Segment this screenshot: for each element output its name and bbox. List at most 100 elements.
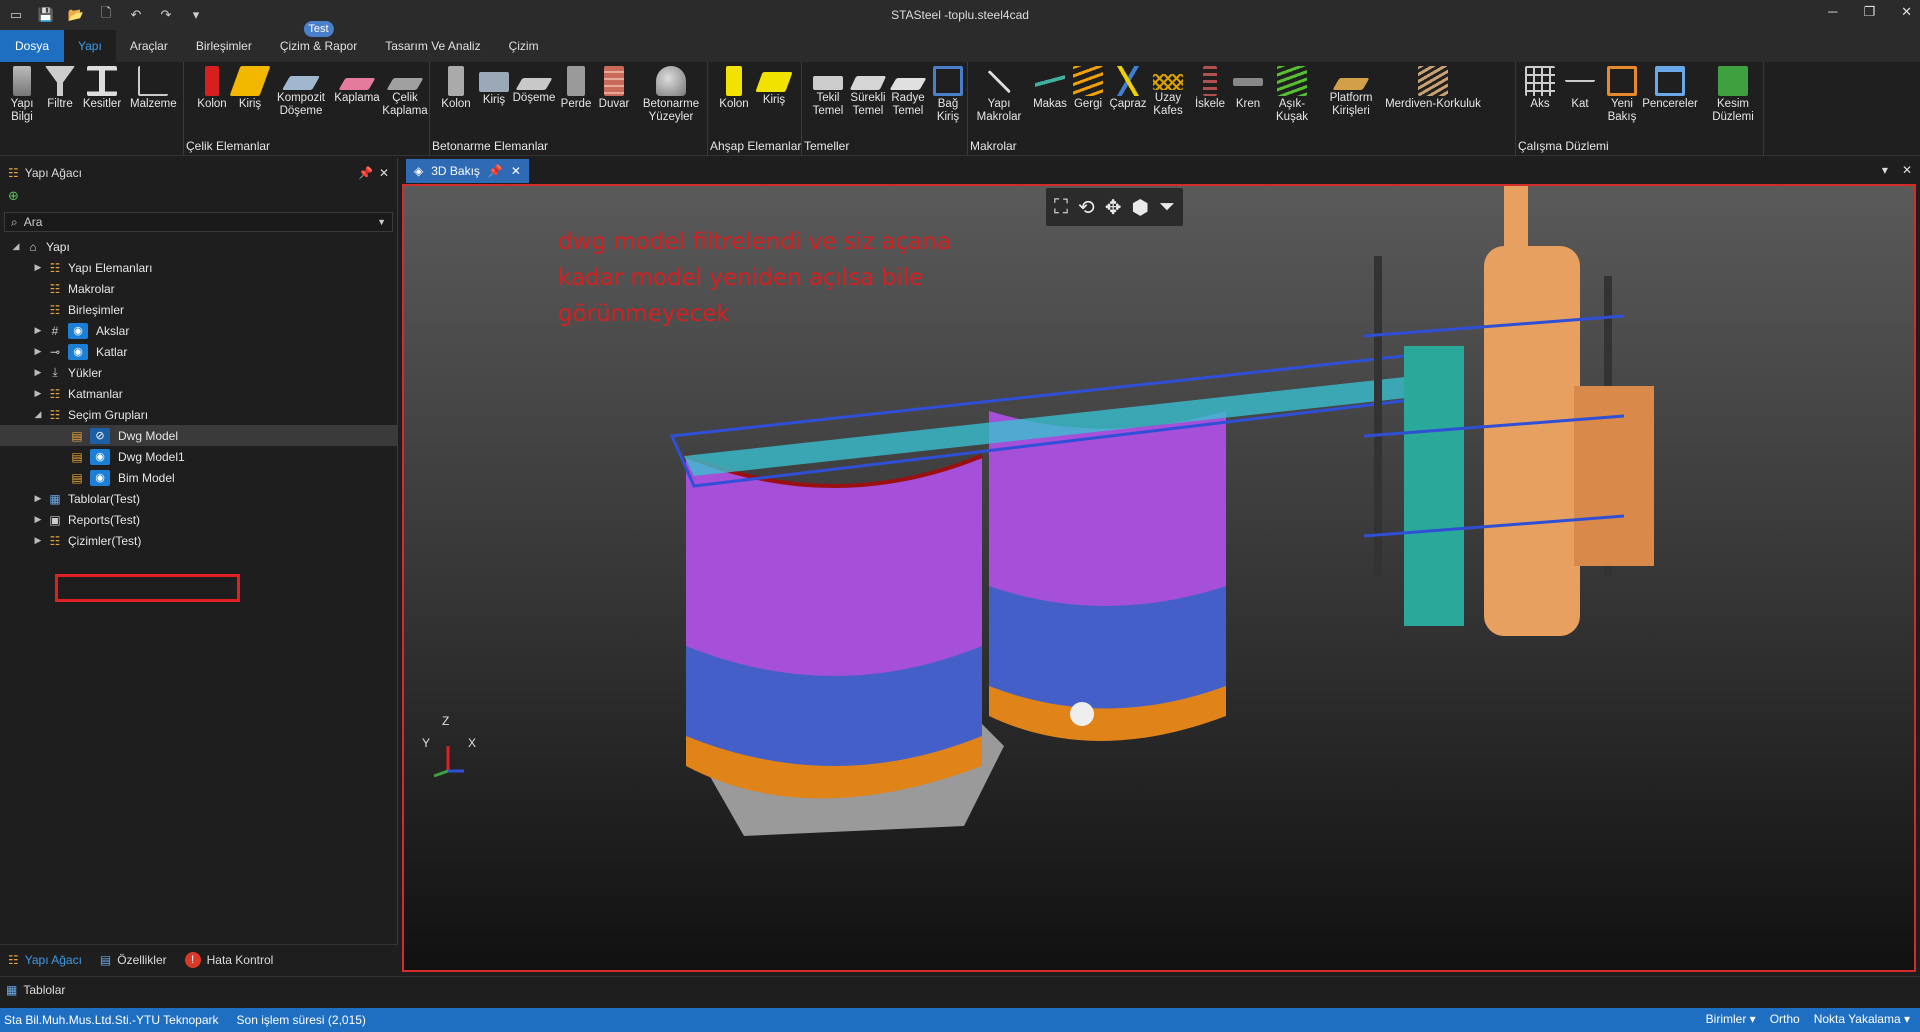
snap-dropdown[interactable]: Nokta Yakalama ▾: [1814, 1012, 1910, 1026]
tree-row-label: Yükler: [68, 365, 103, 380]
ortho-toggle[interactable]: Ortho: [1770, 1012, 1800, 1026]
filtre-button[interactable]: Filtre: [38, 66, 82, 111]
search-box[interactable]: ⌕ Ara ▼: [4, 212, 393, 232]
tree-panel-icon: ☷: [8, 166, 19, 180]
tree-row[interactable]: ▤ ⊘ Dwg Model: [0, 425, 397, 446]
merdiven-korkuluk-button[interactable]: Merdiven-Korkuluk: [1380, 66, 1486, 111]
uzay-kafes-button[interactable]: Uzay Kafes: [1146, 66, 1190, 118]
celik-kiris-button[interactable]: Kiriş: [228, 66, 272, 111]
tree-row[interactable]: ▤ ◉ Dwg Model1: [0, 446, 397, 467]
tree-row[interactable]: ◢ ⌂ Yapı: [0, 236, 397, 257]
tablolar-bar[interactable]: ▦ Tablolar: [0, 976, 1920, 1002]
platform-kirisleri-button[interactable]: Platform Kirişleri: [1322, 66, 1380, 118]
tab-ozellikler[interactable]: ▤ Özellikler: [100, 953, 167, 967]
betonarme-yuzeyler-button[interactable]: Betonarme Yüzeyler: [638, 66, 704, 124]
new-file-icon[interactable]: 🗋: [98, 5, 114, 23]
kesitler-button[interactable]: Kesitler: [80, 66, 124, 111]
tab-hata-kontrol[interactable]: ! Hata Kontrol: [184, 951, 273, 968]
expand-arrow-icon[interactable]: ▶: [32, 493, 44, 504]
eye-icon[interactable]: ◉: [90, 469, 110, 486]
expand-arrow-icon[interactable]: ◢: [32, 409, 44, 420]
kaplama-button[interactable]: Kaplama: [332, 66, 382, 105]
expand-arrow-icon[interactable]: ▶: [32, 262, 44, 273]
menu-cizim-rapor[interactable]: Çizim & Rapor Test: [266, 21, 371, 62]
tab-close-icon[interactable]: ✕: [511, 164, 521, 178]
tree-row[interactable]: ▤ ◉ Bim Model: [0, 467, 397, 488]
kat-button[interactable]: Kat: [1558, 66, 1602, 111]
tab-yapi-agaci[interactable]: ☷ Yapı Ağacı: [8, 953, 82, 967]
ahsap-kiris-button[interactable]: Kiriş: [752, 66, 796, 107]
search-dropdown-icon[interactable]: ▼: [377, 217, 386, 227]
tekil-temel-button[interactable]: Tekil Temel: [806, 66, 850, 118]
tree-row[interactable]: ▶ ☷ Katmanlar: [0, 383, 397, 404]
duvar-button[interactable]: Duvar: [592, 66, 636, 111]
tree-row[interactable]: ▶ ☷ Çizimler(Test): [0, 530, 397, 551]
isolated-footing-icon: [813, 76, 843, 90]
quick-access-toolbar: ▭ 💾 📂 🗋 ↶ ↷ ▾: [0, 5, 204, 23]
expand-arrow-icon[interactable]: ▶: [32, 346, 44, 357]
close-icon[interactable]: ✕: [1901, 4, 1912, 20]
beton-kiris-button[interactable]: Kiriş: [472, 66, 516, 107]
expand-arrow-icon[interactable]: ▶: [32, 367, 44, 378]
aks-button[interactable]: Aks: [1518, 66, 1562, 111]
tree-row[interactable]: ☷ Birleşimler: [0, 299, 397, 320]
tree-row[interactable]: ▶ ▣ Reports(Test): [0, 509, 397, 530]
pin-icon[interactable]: 📌: [358, 166, 373, 180]
menu-araclar[interactable]: Araçlar: [116, 30, 182, 62]
kesim-duzlemi-button[interactable]: Kesim Düzlemi: [1704, 66, 1762, 124]
open-folder-icon[interactable]: 📂: [68, 7, 84, 23]
celik-kaplama-button[interactable]: Çelik Kaplama: [380, 66, 430, 118]
search-input[interactable]: Ara: [24, 215, 371, 229]
tree-row[interactable]: ▶ ☷ Yapı Elemanları: [0, 257, 397, 278]
3d-viewport[interactable]: ⛶ ⟲ ✥ ⬢ ⏷ dwg model filtrelendi ve siz a…: [402, 184, 1916, 972]
axis-z-label: Z: [442, 714, 450, 728]
save-icon[interactable]: 💾: [38, 7, 54, 23]
radye-temel-button[interactable]: Radye Temel: [886, 66, 930, 118]
menu-cizim[interactable]: Çizim: [495, 30, 553, 62]
eye-icon[interactable]: ◉: [68, 322, 88, 339]
expand-arrow-icon[interactable]: ◢: [10, 241, 22, 252]
menu-birlesimler[interactable]: Birleşimler: [182, 30, 266, 62]
tree-row[interactable]: ▶ ⤓ Yükler: [0, 362, 397, 383]
tree-row[interactable]: ▶ ⊸ ◉ Katlar: [0, 341, 397, 362]
tab-3d-bakis[interactable]: ◈ 3D Bakış 📌 ✕: [406, 159, 529, 183]
units-dropdown[interactable]: Birimler ▾: [1706, 1012, 1756, 1026]
panel-close-icon[interactable]: ✕: [379, 166, 389, 180]
surekli-temel-button[interactable]: Sürekli Temel: [846, 66, 890, 118]
expand-arrow-icon[interactable]: ▶: [32, 388, 44, 399]
kompozit-doseme-button[interactable]: Kompozit Döşeme: [270, 66, 332, 118]
malzeme-button[interactable]: Malzeme: [130, 66, 177, 111]
bag-kiris-button[interactable]: Bağ Kiriş: [926, 66, 970, 124]
tree-row[interactable]: ◢ ☷ Seçim Grupları: [0, 404, 397, 425]
undo-icon[interactable]: ↶: [128, 7, 144, 23]
expand-arrow-icon[interactable]: ▶: [32, 325, 44, 336]
asik-kusak-button[interactable]: Aşık-Kuşak: [1264, 66, 1320, 124]
expand-arrow-icon[interactable]: ▶: [32, 535, 44, 546]
doc-list-icon[interactable]: ▾: [1882, 163, 1888, 177]
add-group-icon[interactable]: ⊕: [8, 188, 19, 203]
eye-icon[interactable]: ◉: [90, 448, 110, 465]
yapi-makrolar-button[interactable]: Yapı Makrolar: [972, 66, 1026, 124]
redo-icon[interactable]: ↷: [158, 7, 174, 23]
capraz-button[interactable]: Çapraz: [1106, 66, 1150, 111]
menu-dosya[interactable]: Dosya: [0, 30, 65, 62]
ahsap-kolon-button[interactable]: Kolon: [712, 66, 756, 111]
eye-off-icon[interactable]: ⊘: [90, 427, 110, 444]
yeni-bakis-button[interactable]: Yeni Bakış: [1600, 66, 1644, 124]
menu-yapi[interactable]: Yapı: [64, 30, 116, 62]
restore-icon[interactable]: ❐: [1863, 4, 1875, 20]
gergi-button[interactable]: Gergi: [1066, 66, 1110, 111]
expand-arrow-icon[interactable]: ▶: [32, 514, 44, 525]
tree-row[interactable]: ▶ ▦ Tablolar(Test): [0, 488, 397, 509]
tab-pin-icon[interactable]: 📌: [488, 164, 503, 178]
eye-icon[interactable]: ◉: [68, 343, 88, 360]
more-icon[interactable]: ▾: [188, 7, 204, 23]
doseme-button[interactable]: Döşeme: [512, 66, 556, 105]
tree-row[interactable]: ☷ Makrolar: [0, 278, 397, 299]
menu-tasarim[interactable]: Tasarım Ve Analiz: [371, 30, 494, 62]
minimize-icon[interactable]: ─: [1828, 4, 1837, 20]
layout-icon[interactable]: ▭: [8, 7, 24, 23]
tree-row[interactable]: ▶ # ◉ Akslar: [0, 320, 397, 341]
doc-close-icon[interactable]: ✕: [1902, 163, 1912, 177]
pencereler-button[interactable]: Pencereler: [1640, 66, 1700, 111]
